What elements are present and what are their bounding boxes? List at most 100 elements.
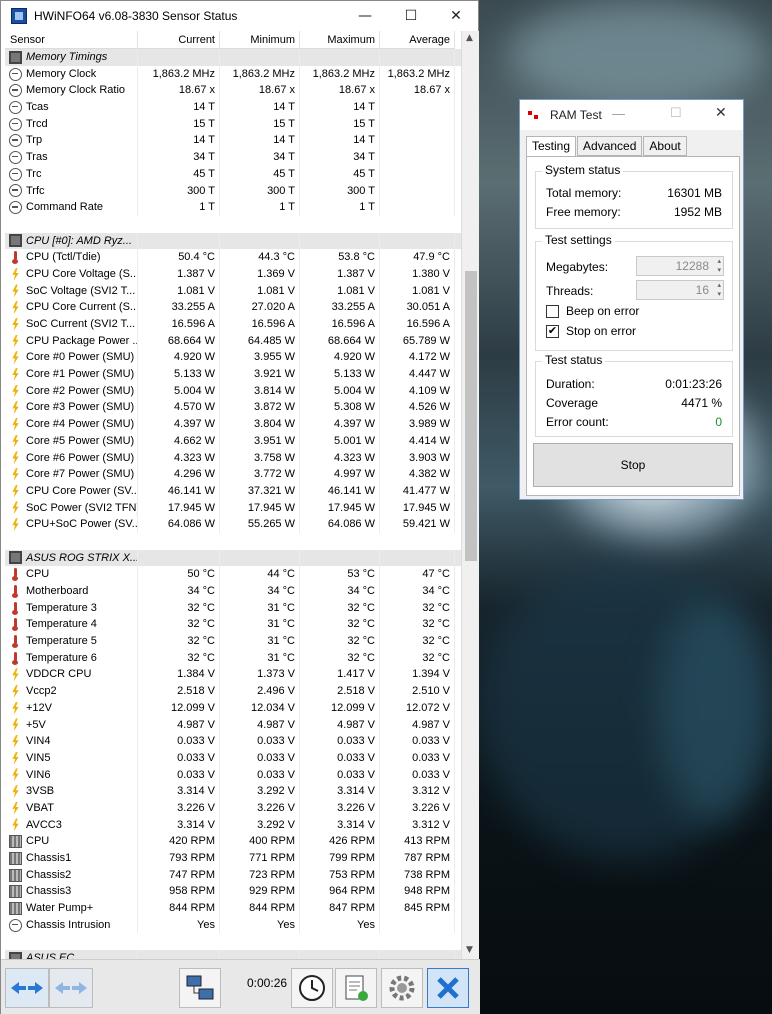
sensor-row[interactable]: Chassis Intrusion Yes Yes Yes <box>5 916 461 934</box>
ramtest-titlebar[interactable]: RAM Test — ☐ ✕ <box>520 100 743 130</box>
minimize-button[interactable]: — <box>612 106 625 121</box>
minimum-value: 14 T <box>220 99 300 116</box>
sensor-row[interactable]: +12V 12.099 V 12.034 V 12.099 V 12.072 V <box>5 699 461 717</box>
test-status-group: Test status Duration: 0:01:23:26 Coverag… <box>535 353 733 437</box>
stop-button[interactable]: Stop <box>533 443 733 487</box>
sensor-row[interactable]: CPU Core Power (SV... 46.141 W 37.321 W 46.… <box>5 482 461 500</box>
sensor-row[interactable]: Motherboard 34 °C 34 °C 34 °C 34 °C <box>5 583 461 600</box>
sensor-row[interactable]: CPU (Tctl/Tdie) 50.4 °C 44.3 °C 53.8 °C 47.9… <box>5 249 461 266</box>
sensor-row[interactable]: Core #3 Power (SMU) 4.570 W 3.872 W 5.308 W… <box>5 399 461 417</box>
col-header-average[interactable]: Average <box>380 31 455 48</box>
bolt-icon <box>9 752 22 765</box>
sensor-row[interactable]: Command Rate 1 T1 T1 T <box>5 199 461 216</box>
sensor-group-row[interactable]: ASUS ROG STRIX X... <box>5 549 461 567</box>
sensor-name: Core #7 Power (SMU) <box>26 468 135 481</box>
sensor-row[interactable]: Trc 45 T 45 T 45 T <box>5 165 461 183</box>
close-button[interactable]: ✕ <box>715 104 727 121</box>
col-header-minimum[interactable]: Minimum <box>220 31 300 48</box>
sensor-row[interactable]: 3VSB 3.314 V 3.292 V 3.314 V 3.312 V <box>5 783 461 800</box>
scroll-up-arrow-icon[interactable]: ▲ <box>466 33 473 43</box>
network-icon[interactable] <box>179 968 221 1008</box>
stop-on-error-checkbox[interactable]: ✔ Stop on error <box>546 324 636 338</box>
average-value: 738 RPM <box>380 866 455 884</box>
sensor-row[interactable]: Trfc 300 T 300 T 300 T <box>5 182 461 200</box>
sensor-row[interactable]: SoC Current (SVI2 T... 16.596 A 16.596 A 16… <box>5 316 461 333</box>
sensor-row[interactable]: Temperature 4 32 °C 31 °C 32 °C 32 °C <box>5 616 461 634</box>
sensor-row[interactable]: Core #6 Power (SMU) 4.323 W 3.758 W 4.323 W… <box>5 449 461 467</box>
tab-advanced[interactable]: Advanced <box>577 136 643 156</box>
sensor-row[interactable]: CPU 420 RPM 400 RPM 426 RPM 413 RPM <box>5 833 461 850</box>
stop-checkbox-box[interactable]: ✔ <box>546 324 559 338</box>
clock-icon[interactable] <box>291 968 333 1008</box>
sensor-name: AVCC3 <box>26 818 62 831</box>
maximum-value: 32 °C <box>300 649 380 667</box>
report-icon[interactable] <box>335 968 377 1008</box>
tab-about[interactable]: About <box>643 136 687 156</box>
sensor-group-row[interactable]: CPU [#0]: AMD Ryz... <box>5 232 461 250</box>
cpu-chip-icon <box>9 234 22 248</box>
sensor-name: CPU Core Voltage (S... <box>26 267 138 280</box>
sensor-row[interactable]: SoC Voltage (SVI2 T... 1.081 V 1.081 V 1.08… <box>5 282 461 300</box>
sensor-row[interactable]: Chassis2 747 RPM 723 RPM 753 RPM 738 RPM <box>5 866 461 884</box>
sensor-row[interactable]: Core #2 Power (SMU) 5.004 W 3.814 W 5.004 W… <box>5 382 461 400</box>
tab-testing[interactable]: Testing <box>526 136 577 157</box>
col-header-current[interactable]: Current <box>138 31 220 48</box>
sensor-row[interactable]: Vccp2 2.518 V 2.496 V 2.518 V 2.510 V <box>5 683 461 700</box>
settings-gear-icon[interactable] <box>381 968 423 1008</box>
close-button[interactable]: ✕ <box>433 1 479 31</box>
fan-icon <box>9 885 22 899</box>
sensor-row[interactable]: Core #5 Power (SMU) 4.662 W 3.951 W 5.001 W… <box>5 432 461 450</box>
current-value: 0.033 V <box>138 749 220 767</box>
sensor-row[interactable]: Tras 34 T 34 T 34 T <box>5 149 461 166</box>
close-x-icon[interactable] <box>427 968 469 1008</box>
sensor-row[interactable]: Core #7 Power (SMU) 4.296 W 3.772 W 4.997 W… <box>5 466 461 483</box>
sensor-row[interactable]: Memory Clock Ratio 18.67 x 18.67 x 18.67 x1… <box>5 82 461 100</box>
beep-checkbox-box[interactable] <box>546 304 559 318</box>
empty-cell <box>220 950 300 959</box>
sensor-row[interactable]: Trcd 15 T 15 T 15 T <box>5 115 461 133</box>
maximize-button[interactable]: ☐ <box>670 105 682 121</box>
vertical-scrollbar[interactable]: ▲ ▼ <box>461 31 479 959</box>
sensor-row[interactable]: CPU Core Voltage (S... 1.387 V 1.369 V 1.38… <box>5 265 461 283</box>
sensor-row[interactable]: CPU 50 °C 44 °C 53 °C 47 °C <box>5 566 461 583</box>
sensor-row[interactable]: +5V 4.987 V 4.987 V 4.987 V 4.987 V <box>5 716 461 734</box>
sensor-row[interactable]: Chassis3 958 RPM 929 RPM 964 RPM 948 RPM <box>5 883 461 901</box>
sensor-row[interactable]: Temperature 3 32 °C 31 °C 32 °C 32 °C <box>5 599 461 617</box>
sensor-row[interactable]: VDDCR CPU 1.384 V 1.373 V 1.417 V 1.394 V <box>5 666 461 684</box>
megabytes-spinner[interactable]: 12288 <box>636 256 724 276</box>
sensor-row[interactable]: SoC Power (SVI2 TFN) 17.945 W 17.945 W 17.9… <box>5 499 461 517</box>
sensor-row[interactable]: Water Pump+ 844 RPM 844 RPM 847 RPM 845 RPM <box>5 900 461 917</box>
sensor-row[interactable]: Tcas 14 T 14 T 14 T <box>5 99 461 116</box>
nav-arrows-icon[interactable] <box>5 968 49 1008</box>
sensor-row[interactable]: Core #0 Power (SMU) 4.920 W 3.955 W 4.920 W… <box>5 349 461 367</box>
threads-spinner[interactable]: 16 <box>636 280 724 300</box>
beep-on-error-checkbox[interactable]: Beep on error <box>546 304 639 318</box>
nav-arrows-disabled-icon[interactable] <box>49 968 93 1008</box>
scroll-down-arrow-icon[interactable]: ▼ <box>466 945 473 955</box>
minimum-value: 2.496 V <box>220 683 300 700</box>
sensor-row[interactable]: Memory Clock 1,863.2 MHz 1,863.2 MHz 1,863.… <box>5 65 461 83</box>
sensor-group-row[interactable]: ASUS EC <box>5 950 461 959</box>
sensor-row[interactable]: CPU Package Power ... 68.664 W 64.485 W 68.… <box>5 332 461 350</box>
scrollbar-thumb[interactable] <box>465 271 477 561</box>
sensor-row[interactable]: Core #4 Power (SMU) 4.397 W 3.804 W 4.397 W… <box>5 416 461 433</box>
sensor-row[interactable]: VIN6 0.033 V 0.033 V 0.033 V 0.033 V <box>5 766 461 784</box>
sensor-row[interactable]: AVCC3 3.314 V 3.292 V 3.314 V 3.312 V <box>5 816 461 834</box>
col-header-sensor[interactable]: Sensor <box>5 31 138 48</box>
bolt-icon <box>9 401 22 414</box>
sensor-row[interactable]: Core #1 Power (SMU) 5.133 W 3.921 W 5.133 W… <box>5 366 461 383</box>
sensor-row[interactable]: Chassis1 793 RPM 771 RPM 799 RPM 787 RPM <box>5 850 461 867</box>
col-header-maximum[interactable]: Maximum <box>300 31 380 48</box>
sensor-row[interactable]: Temperature 5 32 °C 31 °C 32 °C 32 °C <box>5 633 461 650</box>
sensor-row[interactable]: Trp 14 T 14 T 14 T <box>5 132 461 150</box>
sensor-row[interactable]: VIN5 0.033 V 0.033 V 0.033 V 0.033 V <box>5 749 461 767</box>
sensor-row[interactable]: VBAT 3.226 V 3.226 V 3.226 V 3.226 V <box>5 799 461 817</box>
maximize-button[interactable]: ☐ <box>388 1 434 31</box>
minimize-button[interactable]: — <box>342 1 388 31</box>
sensor-row[interactable]: CPU+SoC Power (SV... 64.086 W 55.265 W 64.0… <box>5 516 461 533</box>
hwinfo-titlebar[interactable]: HWiNFO64 v6.08-3830 Sensor Status — ☐ ✕ <box>1 1 478 31</box>
sensor-row[interactable]: CPU Core Current (S... 33.255 A 27.020 A 33… <box>5 299 461 316</box>
sensor-row[interactable]: Temperature 6 32 °C 31 °C 32 °C 32 °C <box>5 649 461 667</box>
sensor-group-row[interactable]: Memory Timings <box>5 49 461 66</box>
sensor-row[interactable]: VIN4 0.033 V 0.033 V 0.033 V 0.033 V <box>5 733 461 750</box>
